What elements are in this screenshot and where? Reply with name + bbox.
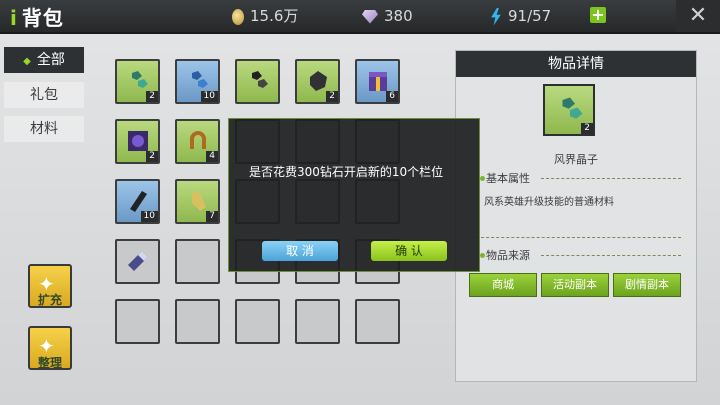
item-slot[interactable]	[175, 239, 220, 284]
item-description: 风系英雄升级技能的普通材料	[484, 197, 614, 208]
dialog-message: 是否花费300钻石开启新的10个栏位	[249, 165, 444, 179]
item-name: 风界晶子	[554, 153, 598, 166]
section-divider	[541, 178, 681, 179]
tab-materials[interactable]: 材料	[4, 116, 84, 142]
diamond-icon	[362, 9, 378, 24]
section-divider	[476, 237, 681, 238]
basic-attr-title: 基本属性	[486, 172, 530, 185]
item-slot[interactable]: 10	[175, 59, 220, 104]
black-stone-icon	[130, 191, 147, 212]
horseshoe-icon	[190, 131, 206, 149]
source-story-dungeon-button[interactable]: 剧情副本	[613, 273, 681, 297]
item-slot[interactable]	[235, 59, 280, 104]
tab-all[interactable]: ◆ 全部	[4, 47, 84, 73]
item-count: 10	[140, 211, 158, 222]
item-count: 2	[326, 91, 338, 102]
title-mark-icon: i	[10, 6, 18, 30]
item-count: 4	[206, 151, 218, 162]
wind-crystal-icon	[132, 71, 148, 88]
selected-item-count: 2	[581, 123, 593, 134]
potion-vial-icon	[128, 251, 148, 271]
item-slot[interactable]	[235, 299, 280, 344]
tab-gifts-label: 礼包	[30, 87, 58, 103]
item-count: 2	[146, 151, 158, 162]
close-icon: ✕	[688, 3, 708, 28]
item-slot[interactable]	[115, 299, 160, 344]
item-detail-panel: 物品详情 2 风界晶子 基本属性 风系英雄升级技能的普通材料 物品来源 商城 活…	[455, 50, 697, 382]
gift-box-icon	[369, 72, 387, 91]
water-crystal-icon	[192, 71, 208, 88]
gold-display: 15.6万	[232, 6, 298, 26]
source-shop-button[interactable]: 商城	[469, 273, 537, 297]
top-bar: i 背包 15.6万 380 91/57 + ✕	[0, 0, 720, 34]
tab-materials-label: 材料	[30, 121, 58, 137]
active-tab-diamond-icon: ◆	[23, 56, 31, 67]
item-slot[interactable]: 4	[175, 119, 220, 164]
item-count: 7	[206, 211, 218, 222]
amber-crystal-icon	[192, 191, 206, 211]
add-energy-button[interactable]: +	[590, 7, 606, 23]
section-divider	[541, 255, 681, 256]
item-count: 6	[386, 91, 398, 102]
card-pack-icon	[128, 131, 148, 151]
item-slot[interactable]: 2	[115, 119, 160, 164]
item-slot[interactable]	[115, 239, 160, 284]
energy-bolt-icon	[491, 7, 501, 26]
expand-label: 扩充	[37, 293, 62, 307]
item-slot[interactable]	[175, 299, 220, 344]
wind-crystal-icon	[562, 97, 583, 119]
title-text: 背包	[21, 6, 64, 30]
item-slot[interactable]: 7	[175, 179, 220, 224]
item-slot[interactable]: 10	[115, 179, 160, 224]
tab-all-label: 全部	[36, 52, 65, 68]
energy-display: 91/57	[490, 6, 551, 26]
gold-amount: 15.6万	[250, 7, 299, 25]
energy-amount: 91/57	[508, 7, 552, 25]
sort-label: 整理	[37, 356, 62, 370]
page-title: i 背包	[10, 2, 64, 31]
item-count: 2	[146, 91, 158, 102]
item-slot[interactable]	[355, 299, 400, 344]
ore-chunk-icon	[310, 71, 327, 91]
cancel-button[interactable]: 取 消	[262, 241, 338, 261]
gold-coin-icon	[232, 8, 244, 25]
item-count: 10	[200, 91, 218, 102]
detail-heading: 物品详情	[456, 51, 696, 77]
selected-item-slot: 2	[543, 84, 595, 136]
source-title: 物品来源	[486, 249, 530, 262]
diamond-display: 380	[362, 6, 413, 26]
close-button[interactable]: ✕	[676, 0, 720, 32]
diamond-amount: 380	[384, 7, 413, 25]
tab-gifts[interactable]: 礼包	[4, 82, 84, 108]
item-slot[interactable]: 6	[355, 59, 400, 104]
item-slot[interactable]: 2	[115, 59, 160, 104]
confirm-button[interactable]: 确 认	[371, 241, 447, 261]
section-bullet-icon	[480, 253, 485, 258]
item-slot[interactable]: 2	[295, 59, 340, 104]
confirm-dialog: 是否花费300钻石开启新的10个栏位 取 消 确 认	[228, 118, 480, 272]
section-bullet-icon	[480, 176, 485, 181]
item-slot[interactable]	[295, 299, 340, 344]
dark-crystal-icon	[252, 71, 268, 88]
source-event-dungeon-button[interactable]: 活动副本	[541, 273, 609, 297]
